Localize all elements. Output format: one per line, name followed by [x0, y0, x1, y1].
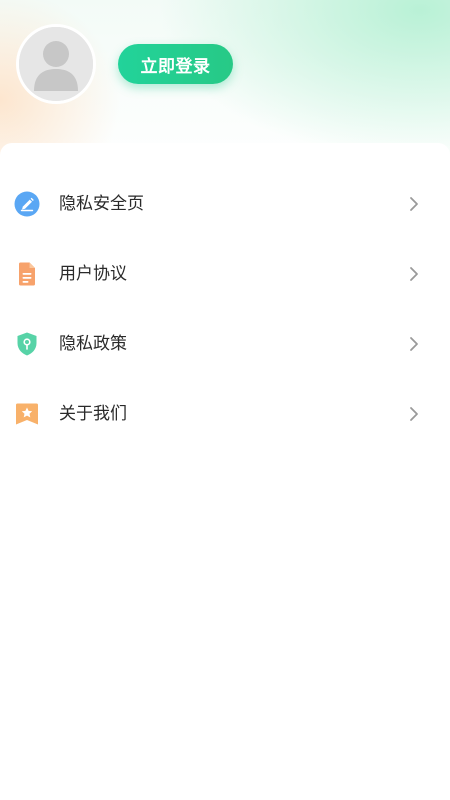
menu-item-label: 关于我们 — [59, 404, 127, 424]
star-badge-icon — [14, 401, 40, 427]
shield-icon — [14, 331, 40, 357]
avatar[interactable] — [16, 24, 96, 104]
login-button[interactable]: 立即登录 — [118, 44, 233, 84]
menu-item-label: 隐私政策 — [59, 334, 127, 354]
menu-item-privacy-policy[interactable]: 隐私政策 — [0, 316, 450, 372]
default-avatar-icon — [19, 27, 93, 101]
menu-item-privacy-security[interactable]: 隐私安全页 — [0, 176, 450, 232]
menu-item-user-agreement[interactable]: 用户协议 — [0, 246, 450, 302]
document-icon — [14, 261, 40, 287]
menu-card: 隐私安全页 用户协议 隐私政策 关于我们 — [0, 143, 450, 800]
chevron-right-icon — [404, 263, 424, 285]
chevron-right-icon — [404, 193, 424, 215]
menu-item-about-us[interactable]: 关于我们 — [0, 386, 450, 442]
chevron-right-icon — [404, 333, 424, 355]
chevron-right-icon — [404, 403, 424, 425]
menu-item-label: 用户协议 — [59, 264, 127, 284]
menu-item-label: 隐私安全页 — [59, 194, 144, 214]
pencil-icon — [14, 191, 40, 217]
